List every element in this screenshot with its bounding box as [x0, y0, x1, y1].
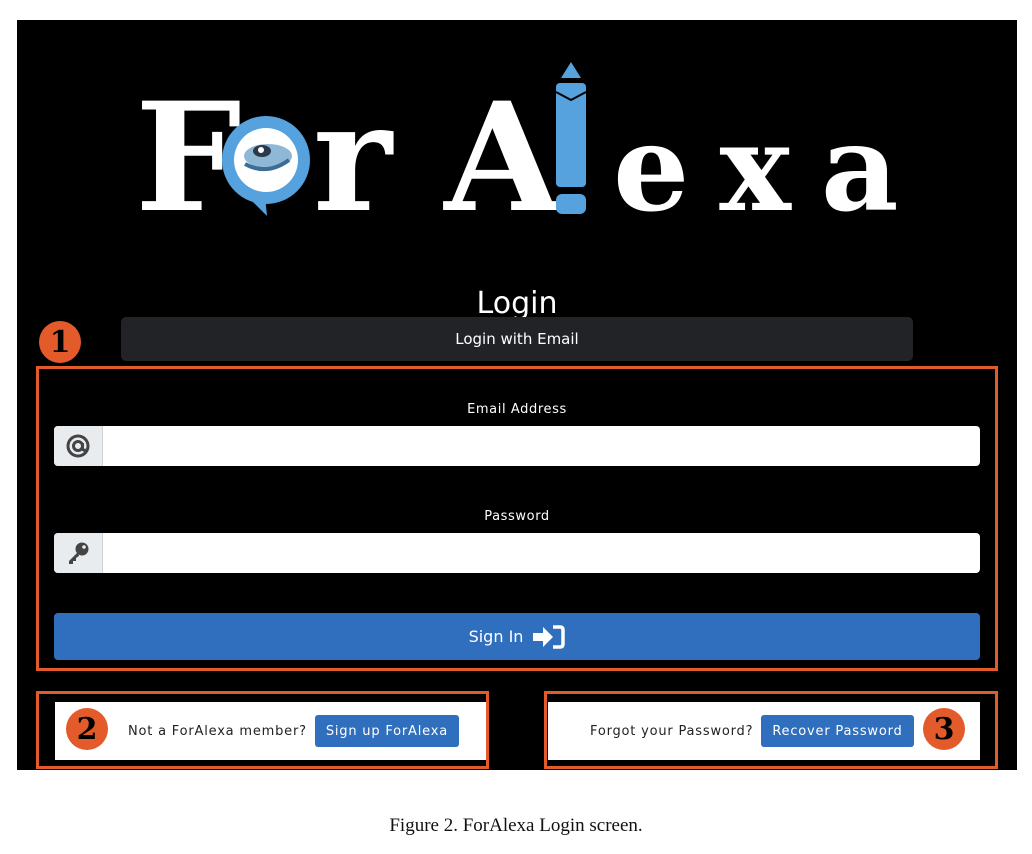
annotation-marker-1: 1 [39, 321, 81, 363]
annotation-marker-3: 3 [923, 708, 965, 750]
logo-letters-exa: exa [613, 98, 929, 218]
annotation-marker-2: 2 [66, 708, 108, 750]
foralexa-logo: F r A exa [135, 62, 929, 218]
logo-letters-r-a: r A [313, 70, 563, 218]
login-with-email-tab[interactable]: Login with Email [121, 317, 913, 361]
login-title: Login [476, 286, 558, 321]
figure-caption: Figure 2. ForAlexa Login screen. [389, 815, 643, 836]
callout-box-login-form [36, 366, 998, 671]
